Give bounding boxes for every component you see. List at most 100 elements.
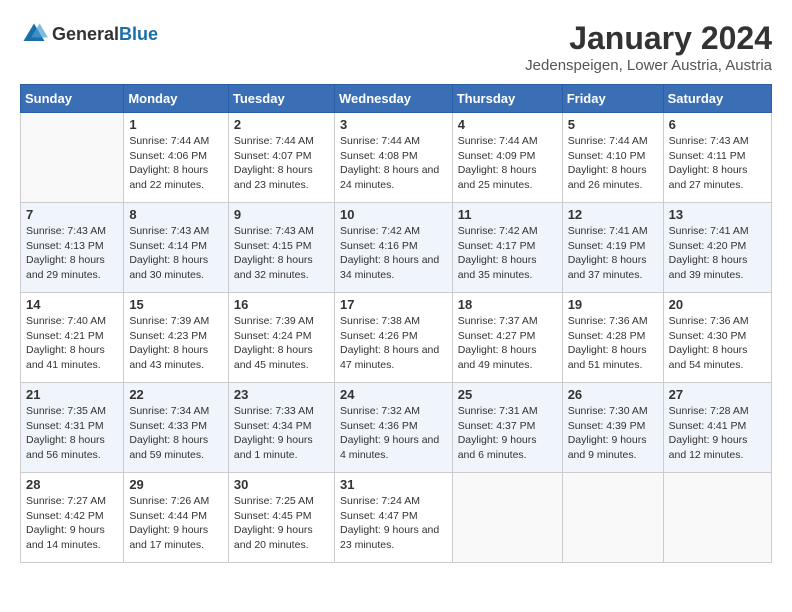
day-info: Sunrise: 7:41 AM Sunset: 4:20 PM Dayligh… bbox=[669, 224, 766, 283]
sunrise-text: Sunrise: 7:43 AM bbox=[26, 225, 106, 237]
sunrise-text: Sunrise: 7:43 AM bbox=[234, 225, 314, 237]
sunset-text: Sunset: 4:23 PM bbox=[129, 330, 207, 342]
daylight-text: Daylight: 9 hours and 6 minutes. bbox=[458, 434, 537, 461]
calendar-cell-w2-d4: 10 Sunrise: 7:42 AM Sunset: 4:16 PM Dayl… bbox=[334, 203, 452, 293]
logo-general: General bbox=[52, 24, 119, 44]
sunset-text: Sunset: 4:19 PM bbox=[568, 240, 646, 252]
daylight-text: Daylight: 8 hours and 43 minutes. bbox=[129, 344, 208, 371]
sunrise-text: Sunrise: 7:44 AM bbox=[129, 135, 209, 147]
calendar-cell-w3-d4: 17 Sunrise: 7:38 AM Sunset: 4:26 PM Dayl… bbox=[334, 293, 452, 383]
calendar-week-4: 21 Sunrise: 7:35 AM Sunset: 4:31 PM Dayl… bbox=[21, 383, 772, 473]
sunset-text: Sunset: 4:06 PM bbox=[129, 150, 207, 162]
daylight-text: Daylight: 8 hours and 26 minutes. bbox=[568, 164, 647, 191]
day-info: Sunrise: 7:28 AM Sunset: 4:41 PM Dayligh… bbox=[669, 404, 766, 463]
day-number: 17 bbox=[340, 297, 447, 312]
sunrise-text: Sunrise: 7:32 AM bbox=[340, 405, 420, 417]
sunrise-text: Sunrise: 7:26 AM bbox=[129, 495, 209, 507]
sunset-text: Sunset: 4:08 PM bbox=[340, 150, 418, 162]
sunrise-text: Sunrise: 7:39 AM bbox=[234, 315, 314, 327]
sunset-text: Sunset: 4:37 PM bbox=[458, 420, 536, 432]
sunset-text: Sunset: 4:31 PM bbox=[26, 420, 104, 432]
calendar-cell-w3-d7: 20 Sunrise: 7:36 AM Sunset: 4:30 PM Dayl… bbox=[663, 293, 771, 383]
calendar-cell-w2-d6: 12 Sunrise: 7:41 AM Sunset: 4:19 PM Dayl… bbox=[562, 203, 663, 293]
page-header: GeneralBlue January 2024 Jedenspeigen, L… bbox=[20, 20, 772, 74]
sunrise-text: Sunrise: 7:33 AM bbox=[234, 405, 314, 417]
calendar-cell-w4-d4: 24 Sunrise: 7:32 AM Sunset: 4:36 PM Dayl… bbox=[334, 383, 452, 473]
day-info: Sunrise: 7:24 AM Sunset: 4:47 PM Dayligh… bbox=[340, 494, 447, 553]
sunrise-text: Sunrise: 7:34 AM bbox=[129, 405, 209, 417]
day-number: 1 bbox=[129, 117, 223, 132]
col-wednesday: Wednesday bbox=[334, 85, 452, 113]
calendar-cell-w3-d3: 16 Sunrise: 7:39 AM Sunset: 4:24 PM Dayl… bbox=[228, 293, 334, 383]
sunrise-text: Sunrise: 7:30 AM bbox=[568, 405, 648, 417]
day-number: 24 bbox=[340, 387, 447, 402]
sunrise-text: Sunrise: 7:44 AM bbox=[458, 135, 538, 147]
daylight-text: Daylight: 8 hours and 54 minutes. bbox=[669, 344, 748, 371]
sunrise-text: Sunrise: 7:44 AM bbox=[340, 135, 420, 147]
day-info: Sunrise: 7:36 AM Sunset: 4:28 PM Dayligh… bbox=[568, 314, 658, 373]
day-number: 20 bbox=[669, 297, 766, 312]
day-number: 5 bbox=[568, 117, 658, 132]
logo-icon bbox=[20, 20, 48, 48]
sunset-text: Sunset: 4:14 PM bbox=[129, 240, 207, 252]
daylight-text: Daylight: 8 hours and 30 minutes. bbox=[129, 254, 208, 281]
day-info: Sunrise: 7:25 AM Sunset: 4:45 PM Dayligh… bbox=[234, 494, 329, 553]
calendar-cell-w4-d1: 21 Sunrise: 7:35 AM Sunset: 4:31 PM Dayl… bbox=[21, 383, 124, 473]
day-info: Sunrise: 7:39 AM Sunset: 4:24 PM Dayligh… bbox=[234, 314, 329, 373]
calendar-cell-w2-d2: 8 Sunrise: 7:43 AM Sunset: 4:14 PM Dayli… bbox=[124, 203, 229, 293]
day-number: 13 bbox=[669, 207, 766, 222]
sunset-text: Sunset: 4:13 PM bbox=[26, 240, 104, 252]
calendar-cell-w1-d2: 1 Sunrise: 7:44 AM Sunset: 4:06 PM Dayli… bbox=[124, 113, 229, 203]
daylight-text: Daylight: 8 hours and 35 minutes. bbox=[458, 254, 537, 281]
day-info: Sunrise: 7:36 AM Sunset: 4:30 PM Dayligh… bbox=[669, 314, 766, 373]
sunset-text: Sunset: 4:30 PM bbox=[669, 330, 747, 342]
sunset-text: Sunset: 4:17 PM bbox=[458, 240, 536, 252]
col-monday: Monday bbox=[124, 85, 229, 113]
calendar-cell-w5-d2: 29 Sunrise: 7:26 AM Sunset: 4:44 PM Dayl… bbox=[124, 473, 229, 563]
day-number: 6 bbox=[669, 117, 766, 132]
day-number: 14 bbox=[26, 297, 118, 312]
calendar-cell-w2-d5: 11 Sunrise: 7:42 AM Sunset: 4:17 PM Dayl… bbox=[452, 203, 562, 293]
month-title: January 2024 bbox=[525, 20, 772, 57]
daylight-text: Daylight: 8 hours and 32 minutes. bbox=[234, 254, 313, 281]
sunset-text: Sunset: 4:33 PM bbox=[129, 420, 207, 432]
col-friday: Friday bbox=[562, 85, 663, 113]
calendar-cell-w2-d7: 13 Sunrise: 7:41 AM Sunset: 4:20 PM Dayl… bbox=[663, 203, 771, 293]
calendar-cell-w5-d3: 30 Sunrise: 7:25 AM Sunset: 4:45 PM Dayl… bbox=[228, 473, 334, 563]
day-info: Sunrise: 7:39 AM Sunset: 4:23 PM Dayligh… bbox=[129, 314, 223, 373]
daylight-text: Daylight: 8 hours and 51 minutes. bbox=[568, 344, 647, 371]
sunset-text: Sunset: 4:11 PM bbox=[669, 150, 746, 162]
day-number: 7 bbox=[26, 207, 118, 222]
sunrise-text: Sunrise: 7:41 AM bbox=[568, 225, 648, 237]
sunrise-text: Sunrise: 7:44 AM bbox=[234, 135, 314, 147]
sunset-text: Sunset: 4:28 PM bbox=[568, 330, 646, 342]
location-title: Jedenspeigen, Lower Austria, Austria bbox=[525, 57, 772, 74]
sunset-text: Sunset: 4:15 PM bbox=[234, 240, 312, 252]
daylight-text: Daylight: 8 hours and 37 minutes. bbox=[568, 254, 647, 281]
calendar-header-row: Sunday Monday Tuesday Wednesday Thursday… bbox=[21, 85, 772, 113]
day-info: Sunrise: 7:44 AM Sunset: 4:06 PM Dayligh… bbox=[129, 134, 223, 193]
sunset-text: Sunset: 4:07 PM bbox=[234, 150, 312, 162]
sunset-text: Sunset: 4:20 PM bbox=[669, 240, 747, 252]
sunset-text: Sunset: 4:47 PM bbox=[340, 510, 418, 522]
day-info: Sunrise: 7:42 AM Sunset: 4:16 PM Dayligh… bbox=[340, 224, 447, 283]
day-number: 15 bbox=[129, 297, 223, 312]
sunset-text: Sunset: 4:42 PM bbox=[26, 510, 104, 522]
day-info: Sunrise: 7:31 AM Sunset: 4:37 PM Dayligh… bbox=[458, 404, 557, 463]
calendar-cell-w4-d7: 27 Sunrise: 7:28 AM Sunset: 4:41 PM Dayl… bbox=[663, 383, 771, 473]
day-number: 28 bbox=[26, 477, 118, 492]
day-number: 4 bbox=[458, 117, 557, 132]
daylight-text: Daylight: 8 hours and 23 minutes. bbox=[234, 164, 313, 191]
daylight-text: Daylight: 8 hours and 24 minutes. bbox=[340, 164, 439, 191]
col-saturday: Saturday bbox=[663, 85, 771, 113]
daylight-text: Daylight: 9 hours and 23 minutes. bbox=[340, 524, 439, 551]
sunset-text: Sunset: 4:10 PM bbox=[568, 150, 646, 162]
day-info: Sunrise: 7:43 AM Sunset: 4:11 PM Dayligh… bbox=[669, 134, 766, 193]
sunrise-text: Sunrise: 7:44 AM bbox=[568, 135, 648, 147]
day-number: 25 bbox=[458, 387, 557, 402]
day-info: Sunrise: 7:30 AM Sunset: 4:39 PM Dayligh… bbox=[568, 404, 658, 463]
day-info: Sunrise: 7:27 AM Sunset: 4:42 PM Dayligh… bbox=[26, 494, 118, 553]
day-info: Sunrise: 7:35 AM Sunset: 4:31 PM Dayligh… bbox=[26, 404, 118, 463]
calendar-cell-w4-d2: 22 Sunrise: 7:34 AM Sunset: 4:33 PM Dayl… bbox=[124, 383, 229, 473]
calendar-week-1: 1 Sunrise: 7:44 AM Sunset: 4:06 PM Dayli… bbox=[21, 113, 772, 203]
